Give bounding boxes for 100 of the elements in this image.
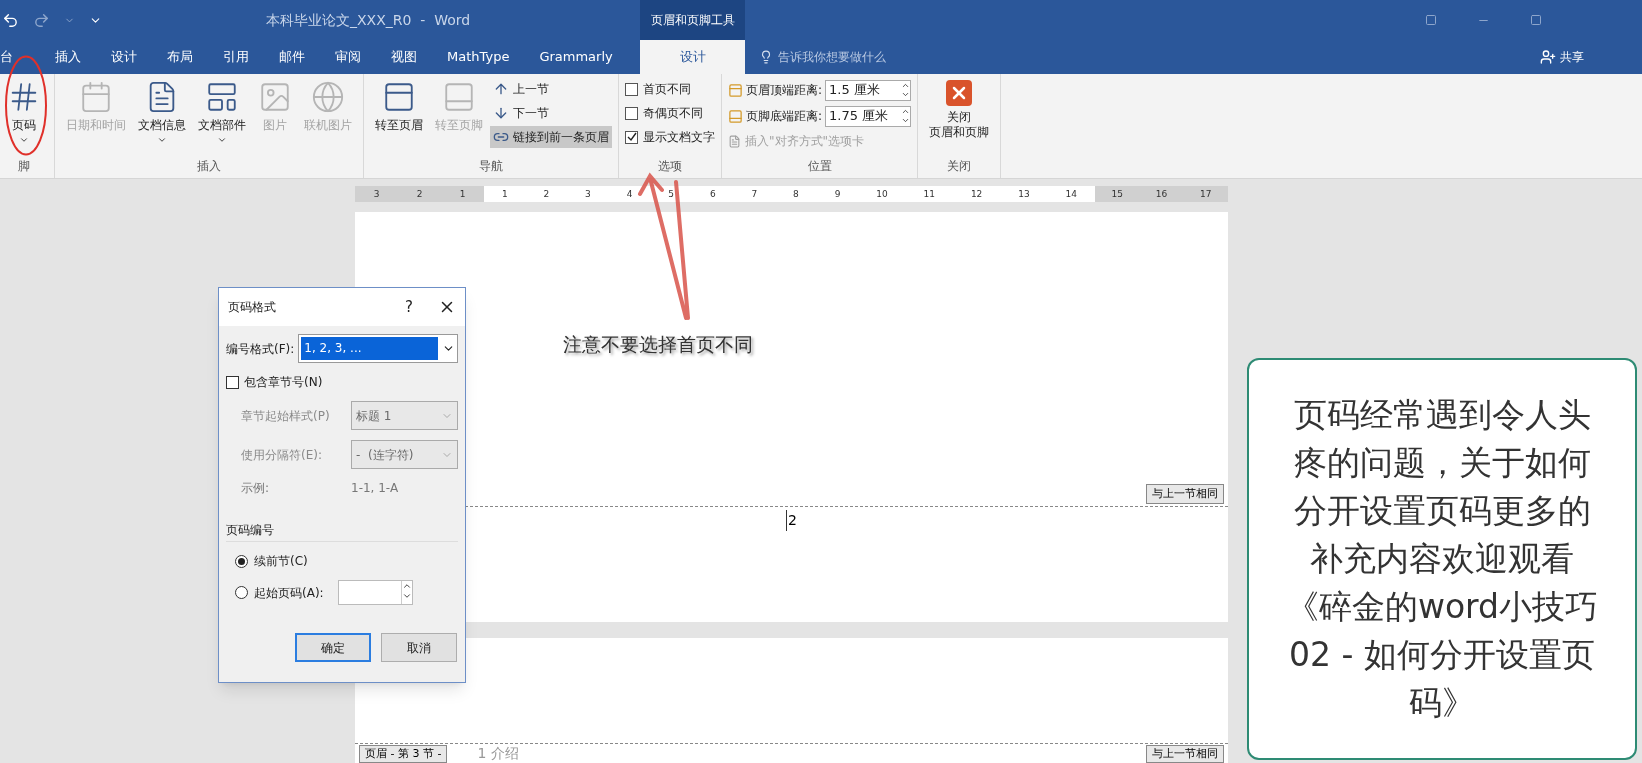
undo-icon[interactable] xyxy=(2,11,19,29)
calendar-icon xyxy=(79,80,113,114)
ribbon-tab[interactable]: 审阅 xyxy=(320,40,376,74)
ribbon-button[interactable]: 上一节 xyxy=(490,78,612,100)
ruler-number: 9 xyxy=(834,188,841,201)
radio-button[interactable] xyxy=(235,554,248,568)
ruler-number: 1 xyxy=(501,188,508,201)
ribbon-tab[interactable]: 视图 xyxy=(376,40,432,74)
header-footer-tag: 与上一节相同 xyxy=(1146,744,1224,763)
spin-up-icon xyxy=(901,81,911,90)
ribbon-tab[interactable]: MathType xyxy=(432,40,525,74)
button-label: 联机图片 xyxy=(304,118,352,133)
checkbox-box[interactable] xyxy=(625,130,638,144)
spin-down-icon xyxy=(401,591,412,601)
checkbox[interactable]: 包含章节号(N) xyxy=(226,373,458,391)
example-value: 1-1, 1-A xyxy=(351,480,399,497)
checkbox-box[interactable] xyxy=(226,375,239,389)
button-label: 文档部件 xyxy=(198,118,246,133)
context-title: 页眉和页脚工具 xyxy=(640,0,745,40)
ribbon-tab[interactable]: 设计 xyxy=(640,40,745,74)
section-title: 页码编号 xyxy=(226,521,458,542)
ribbon-tab[interactable]: Grammarly xyxy=(524,40,628,74)
ribbon-tab[interactable]: 引用 xyxy=(208,40,264,74)
radio-label: 续前节(C) xyxy=(254,553,308,570)
ruler-number: 8 xyxy=(793,188,799,201)
group-label: 选项 xyxy=(657,158,683,175)
panel-top-icon xyxy=(728,82,743,98)
ruler-number: 4 xyxy=(626,188,633,201)
group-label: 脚 xyxy=(17,158,31,175)
radio-label: 起始页码(A): xyxy=(254,584,324,602)
user-add-icon xyxy=(1540,49,1556,65)
ruler-number: 6 xyxy=(709,188,716,201)
maximize-icon[interactable] xyxy=(1530,14,1542,26)
panel-top-icon xyxy=(382,80,416,114)
ribbon-tab[interactable]: 邮件 xyxy=(264,40,320,74)
checkbox[interactable]: 奇偶页不同 xyxy=(625,102,715,124)
ruler-number: 10 xyxy=(876,188,888,201)
ribbon-button[interactable]: 关闭 页眉和页脚 xyxy=(924,74,995,140)
field-label: 页脚底端距离: xyxy=(746,108,823,125)
ruler-number: 5 xyxy=(668,188,675,201)
ruler-number: 1 xyxy=(459,188,466,201)
panel-bottom-icon xyxy=(728,108,743,124)
button-label: 转至页脚 xyxy=(435,118,483,133)
group-label: 插入 xyxy=(196,158,222,175)
ruler-number: 17 xyxy=(1200,188,1212,201)
header-footer-tag: 与上一节相同 xyxy=(1146,484,1224,504)
ribbon-button[interactable]: 转至页眉 xyxy=(370,74,428,133)
checkbox-box[interactable] xyxy=(625,82,638,96)
ruler-number: 2 xyxy=(416,188,423,201)
field-label: 编号格式(F): xyxy=(226,340,295,358)
group-label: 位置 xyxy=(806,158,833,175)
dialog-button[interactable]: 确定 xyxy=(295,633,371,662)
lightbulb-icon xyxy=(759,50,773,64)
checkbox-box[interactable] xyxy=(625,106,638,120)
checkbox[interactable]: 首页不同 xyxy=(625,78,715,100)
ribbon-button[interactable]: 文档部件 xyxy=(193,74,251,145)
radio-button[interactable] xyxy=(235,586,248,599)
group-label: 导航 xyxy=(478,158,504,175)
field-label: 页眉顶端距离: xyxy=(746,82,823,99)
ribbon-tab[interactable]: 设计 xyxy=(96,40,152,74)
format-dropdown[interactable]: 1, 2, 3, ... xyxy=(298,334,458,363)
spin-up-icon xyxy=(901,107,911,116)
spin-field[interactable]: 1.5 厘米 xyxy=(825,79,912,101)
spin-field[interactable]: 1.75 厘米 xyxy=(825,105,912,127)
button-label: 图片 xyxy=(263,118,287,133)
close-icon xyxy=(946,80,973,106)
ribbon-button[interactable]: 文档信息 xyxy=(133,74,191,145)
button-label: 关闭 xyxy=(947,110,972,125)
help-button[interactable]: ? xyxy=(394,295,424,319)
field-label: 示例: xyxy=(241,480,271,497)
tell-me-field[interactable]: 告诉我你想要做什么 xyxy=(759,40,886,74)
field-label: 章节起始样式(P) xyxy=(241,407,331,425)
checkbox[interactable]: 显示文档文字 xyxy=(625,126,715,148)
ribbon-button[interactable]: 页码 xyxy=(2,74,46,145)
ruler-number: 3 xyxy=(585,188,591,201)
ruler-number: 13 xyxy=(1018,188,1030,201)
picture-icon xyxy=(258,80,292,114)
spin-down-icon xyxy=(901,90,911,99)
window-title: 本科毕业论文_XXX_R0 - Word xyxy=(266,10,471,30)
redo-icon[interactable] xyxy=(33,11,50,29)
ribbon-tab[interactable]: 布局 xyxy=(152,40,208,74)
ribbon-button[interactable]: 下一节 xyxy=(490,102,612,124)
ribbon-button[interactable]: 链接到前一条页眉 xyxy=(490,126,612,148)
button-label: 页眉和页脚 xyxy=(929,125,990,140)
field-label: 使用分隔符(E): xyxy=(241,446,323,464)
spin-down-icon xyxy=(901,116,911,125)
ruler-number: 14 xyxy=(1065,188,1077,201)
ribbon-display-icon[interactable] xyxy=(1425,14,1437,26)
panel-bottom-icon xyxy=(442,80,476,114)
share-button[interactable]: 共享 xyxy=(1540,40,1584,74)
button-label: 页码 xyxy=(12,118,36,133)
ribbon-tab[interactable]: 插入 xyxy=(40,40,96,74)
ruler-number: 15 xyxy=(1111,188,1123,201)
ruler-number: 2 xyxy=(543,188,550,201)
callout-text: 注意不要选择首页不同 xyxy=(563,332,753,357)
spin-field[interactable] xyxy=(337,580,413,605)
layout-icon xyxy=(205,80,239,114)
button-label: 日期和时间 xyxy=(66,118,126,133)
dialog-button[interactable]: 取消 xyxy=(381,633,457,662)
ribbon-tab[interactable]: 台 xyxy=(0,40,40,74)
